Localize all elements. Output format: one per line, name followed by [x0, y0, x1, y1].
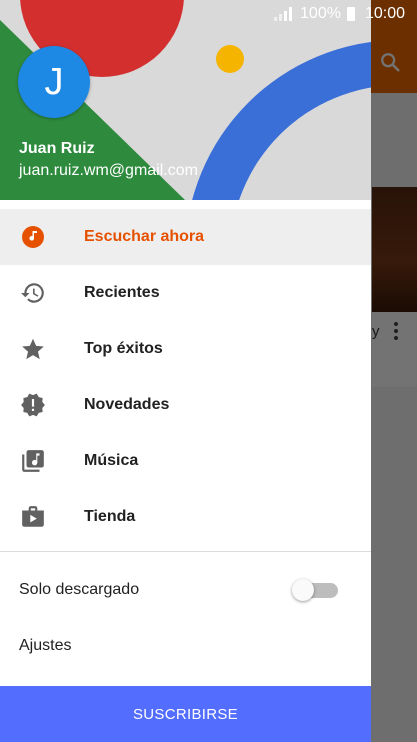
battery-icon — [346, 7, 355, 21]
drawer-menu: Escuchar ahora Recientes Top éxitos Nove… — [0, 209, 371, 545]
shop-icon — [20, 504, 46, 530]
menu-item-recents[interactable]: Recientes — [0, 265, 371, 321]
menu-item-shop[interactable]: Tienda — [0, 489, 371, 545]
signal-icon — [274, 7, 293, 21]
library-music-icon — [20, 448, 46, 474]
menu-divider — [0, 551, 371, 552]
menu-item-new-releases[interactable]: Novedades — [0, 377, 371, 433]
offline-mode-label: Solo descargado — [19, 581, 140, 598]
star-icon — [20, 336, 46, 362]
settings-label: Ajustes — [19, 637, 72, 654]
offline-mode-toggle[interactable] — [292, 578, 340, 602]
clock: 10:00 — [364, 5, 405, 22]
menu-item-top-charts[interactable]: Top éxitos — [0, 321, 371, 377]
avatar[interactable]: J — [18, 46, 90, 118]
status-bar: 100% 10:00 — [0, 0, 417, 28]
account-name: Juan Ruiz — [19, 140, 95, 157]
toggle-thumb — [292, 579, 314, 601]
menu-item-label: Tienda — [84, 508, 136, 525]
subscribe-button[interactable]: SUSCRIBIRSE — [0, 686, 371, 742]
menu-item-label: Escuchar ahora — [84, 228, 205, 245]
offline-mode-row[interactable]: Solo descargado — [0, 562, 371, 618]
battery-level: 100% — [300, 5, 341, 22]
navigation-drawer: J Juan Ruiz juan.ruiz.wm@gmail.com Escuc… — [0, 0, 371, 742]
account-email[interactable]: juan.ruiz.wm@gmail.com — [19, 162, 198, 180]
new-releases-icon — [20, 392, 46, 418]
menu-item-label: Recientes — [84, 284, 160, 301]
menu-item-label: Top éxitos — [84, 340, 163, 357]
menu-item-label: Novedades — [84, 396, 170, 413]
menu-item-label: Música — [84, 452, 139, 469]
listen-now-icon — [20, 224, 46, 250]
history-icon — [20, 280, 46, 306]
menu-item-listen-now[interactable]: Escuchar ahora — [0, 209, 371, 265]
subscribe-label: SUSCRIBIRSE — [133, 705, 238, 723]
menu-item-music-library[interactable]: Música — [0, 433, 371, 489]
drawer-header: J Juan Ruiz juan.ruiz.wm@gmail.com — [0, 0, 371, 200]
avatar-initial: J — [44, 60, 64, 103]
settings-row[interactable]: Ajustes — [0, 618, 371, 674]
